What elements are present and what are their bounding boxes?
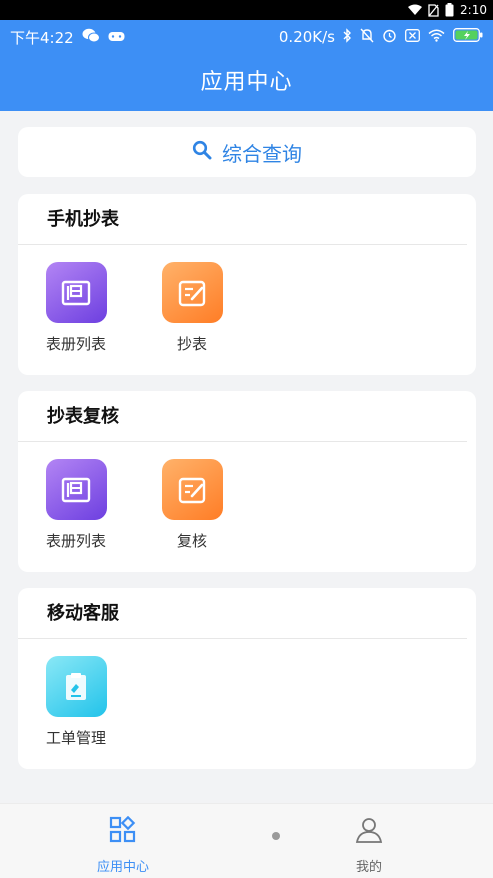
book-list-icon: [45, 262, 107, 323]
section-title: 手机抄表: [18, 194, 467, 245]
app-meter-reading[interactable]: 抄表: [134, 262, 250, 354]
mute-bell-icon: [360, 28, 374, 47]
section-title: 抄表复核: [18, 391, 467, 442]
game-controller-icon: [108, 28, 125, 46]
app-header: 下午4:22 0.20K/s 应用中心: [0, 20, 493, 111]
tab-app-center[interactable]: 应用中心: [83, 815, 163, 875]
search-icon: [192, 140, 212, 165]
system-time: 2:10: [460, 3, 487, 17]
app-work-order[interactable]: 工单管理: [18, 656, 134, 748]
network-speed: 0.20K/s: [278, 28, 335, 46]
status-row: 下午4:22 0.20K/s: [0, 24, 493, 50]
wifi-signal-icon: [408, 4, 423, 16]
wifi-icon: [428, 28, 445, 46]
search-label: 综合查询: [222, 141, 302, 166]
battery-charging-icon: [453, 28, 483, 46]
app-book-list[interactable]: 表册列表: [18, 459, 134, 551]
edit-note-icon: [161, 459, 223, 520]
status-time: 下午4:22: [10, 28, 74, 47]
system-status-bar: 2:10: [0, 0, 493, 20]
book-list-icon: [45, 459, 107, 520]
section-title: 移动客服: [18, 588, 467, 639]
app-label: 工单管理: [45, 729, 106, 747]
app-grid-icon: [109, 815, 137, 848]
app-label: 表册列表: [45, 532, 106, 550]
no-sim-icon: [428, 3, 439, 17]
edit-note-icon: [161, 262, 223, 323]
page-title: 应用中心: [200, 70, 293, 95]
tab-mine[interactable]: 我的: [329, 816, 409, 875]
section-reading-review: 抄表复核 表册列表 复核: [18, 391, 476, 572]
app-book-list[interactable]: 表册列表: [18, 262, 134, 354]
user-icon: [355, 816, 383, 848]
bluetooth-icon: [343, 27, 352, 47]
alarm-icon: [382, 28, 397, 47]
work-order-icon: [45, 656, 107, 717]
wechat-icon: [82, 28, 100, 47]
app-label: 复核: [176, 532, 207, 550]
app-label: 抄表: [176, 335, 207, 353]
section-mobile-reading: 手机抄表 表册列表 抄表: [18, 194, 476, 375]
bottom-navigation: 应用中心 我的: [0, 803, 493, 878]
close-box-icon: [405, 28, 420, 46]
section-mobile-service: 移动客服 工单管理: [18, 588, 476, 769]
tab-label: 我的: [355, 860, 382, 875]
comprehensive-search-button[interactable]: 综合查询: [18, 127, 476, 177]
page-indicator-dot: [272, 832, 280, 840]
tab-label: 应用中心: [96, 860, 149, 875]
app-review[interactable]: 复核: [134, 459, 250, 551]
battery-icon: [445, 3, 454, 17]
app-label: 表册列表: [45, 335, 106, 353]
